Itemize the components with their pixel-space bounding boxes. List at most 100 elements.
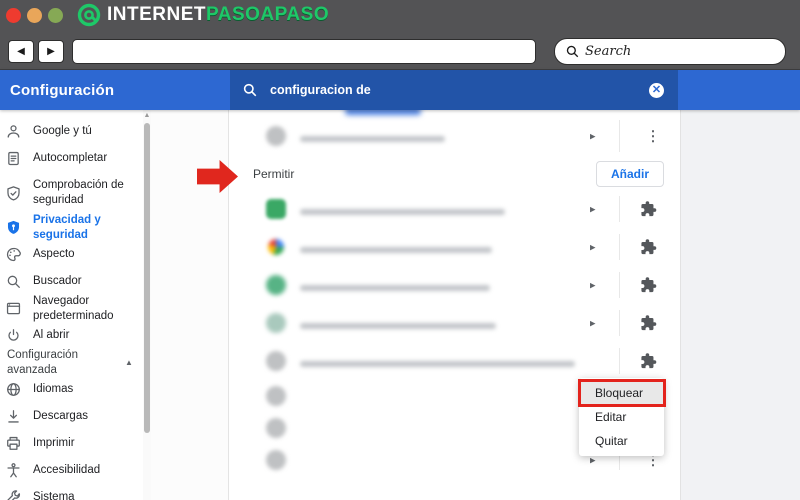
sidebar-item-label: Sistema [33,491,75,500]
settings-sidebar: Google y tú Autocompletar Comprobación de … [0,110,143,500]
context-menu: Bloquear Editar Quitar [578,378,666,456]
browser-icon [5,300,22,317]
extension-puzzle-icon[interactable] [640,353,657,370]
close-window-button[interactable] [6,7,21,23]
add-button[interactable]: Añadir [595,161,664,187]
sidebar-item-printer[interactable]: Imprimir [0,430,143,457]
shield-check-icon [5,185,22,202]
sidebar-item-shield-check[interactable]: Comprobación de seguridad [0,172,143,214]
row-divider [619,196,620,222]
sidebar-item-label: Aspecto [33,248,75,261]
menu-item-editar[interactable]: Editar [579,405,664,429]
row-divider [619,272,620,298]
blurred-site-text [300,279,490,291]
back-button[interactable]: ◀ [8,40,34,63]
expand-arrow-icon[interactable]: ▸ [590,317,596,330]
scrollbar-thumb[interactable] [144,123,150,433]
sidebar-item-power[interactable]: Al abrir [0,322,143,349]
site-row-1: ▸ [230,190,680,228]
sidebar-gutter [151,110,229,500]
site-favicon-blurred [266,199,286,219]
blurred-site-text [300,241,492,253]
extension-puzzle-icon[interactable] [640,277,657,294]
expand-arrow-icon[interactable]: ▸ [590,279,596,292]
sidebar-item-download[interactable]: Descargas [0,403,143,430]
sidebar-item-label: Imprimir [33,437,75,450]
sidebar-item-clipboard[interactable]: Autocompletar [0,145,143,172]
settings-title: Configuración [10,81,115,99]
sidebar-item-label: Descargas [33,410,88,423]
row-divider [619,348,620,374]
brand-text-white: INTERNET [107,4,206,25]
browser-search-field[interactable]: Search [554,38,786,65]
expand-arrow-icon[interactable]: ▸ [590,203,596,216]
menu-item-quitar[interactable]: Quitar [579,429,664,453]
settings-content-panel: ▸ ⋮ Permitir Añadir ▸ ▸ ▸ ▸ ▸ ⋮ Bloquear Edita… [230,107,681,500]
minimize-window-button[interactable] [27,7,42,23]
sidebar-item-label: Buscador [33,275,82,288]
sidebar-item-browser[interactable]: Navegador predeterminado [0,295,143,322]
blurred-site-text [300,317,496,329]
site-favicon-blurred [266,386,286,406]
permit-section-label: Permitir [253,167,295,181]
sidebar-item-label: Al abrir [33,329,70,342]
sidebar-item-person[interactable]: Google y tú [0,118,143,145]
settings-search-input[interactable]: configuracion de ✕ [230,70,678,110]
row-divider [619,310,620,336]
clear-search-icon[interactable]: ✕ [649,82,664,98]
site-favicon-blurred [268,239,284,255]
power-icon [5,327,22,344]
expand-arrow-icon[interactable]: ▸ [590,130,596,143]
settings-header: Configuración configuracion de ✕ [0,70,800,110]
forward-button[interactable]: ▶ [38,40,64,63]
blurred-site-text [300,130,445,142]
page-background [681,110,800,500]
extension-puzzle-icon[interactable] [640,201,657,218]
menu-item-bloquear[interactable]: Bloquear [578,379,666,407]
sidebar-item-wrench[interactable]: Sistema [0,484,143,500]
browser-navbar: ◀ ▶ Search [0,30,800,70]
site-favicon-blurred [266,126,286,146]
shield-key-icon [5,219,22,236]
chevron-up-icon: ▲ [125,358,133,367]
brand-logo: INTERNETPASOAPASO [77,3,329,27]
sidebar-item-label: Autocompletar [33,152,108,165]
sidebar-item-shield-key[interactable]: Privacidad y seguridad [0,214,143,241]
settings-search-query: configuracion de [270,83,371,97]
search-icon [566,45,579,58]
site-favicon-blurred [266,275,286,295]
search-icon [243,83,257,97]
sidebar-advanced-label: Configuración avanzada [7,348,78,376]
sidebar-advanced-toggle[interactable]: Configuración avanzada ▲ [0,349,143,376]
browser-search-placeholder: Search [585,44,632,59]
sidebar-item-label: Idiomas [33,383,74,396]
more-options-icon[interactable]: ⋮ [646,128,660,145]
site-row-4: ▸ [230,304,680,342]
expand-arrow-icon[interactable]: ▸ [590,241,596,254]
brand-text-green: PASOAPASO [206,4,330,25]
palette-icon [5,246,22,263]
blurred-site-text [300,355,575,367]
search-icon [5,273,22,290]
site-row-5 [230,342,680,380]
page: INTERNETPASOAPASO ◀ ▶ Search Configuraci… [0,0,800,500]
site-favicon-blurred [266,351,286,371]
maximize-window-button[interactable] [48,7,63,23]
sidebar-item-search[interactable]: Buscador [0,268,143,295]
site-row-3: ▸ [230,266,680,304]
extension-puzzle-icon[interactable] [640,315,657,332]
extension-puzzle-icon[interactable] [640,239,657,256]
sidebar-item-palette[interactable]: Aspecto [0,241,143,268]
clipboard-icon [5,150,22,167]
internet-paso-a-paso-logo-icon [77,3,101,27]
sidebar-item-accessibility[interactable]: Accesibilidad [0,457,143,484]
sidebar-scrollbar[interactable]: ▲ [143,110,151,500]
scrollbar-up-arrow-icon[interactable]: ▲ [143,112,151,119]
site-favicon-blurred [266,418,286,438]
globe-icon [5,381,22,398]
row-divider [619,234,620,260]
address-bar[interactable] [72,39,536,64]
sidebar-item-globe[interactable]: Idiomas [0,376,143,403]
sidebar-item-label: Navegador predeterminado [33,294,114,322]
blurred-site-text [300,203,505,215]
